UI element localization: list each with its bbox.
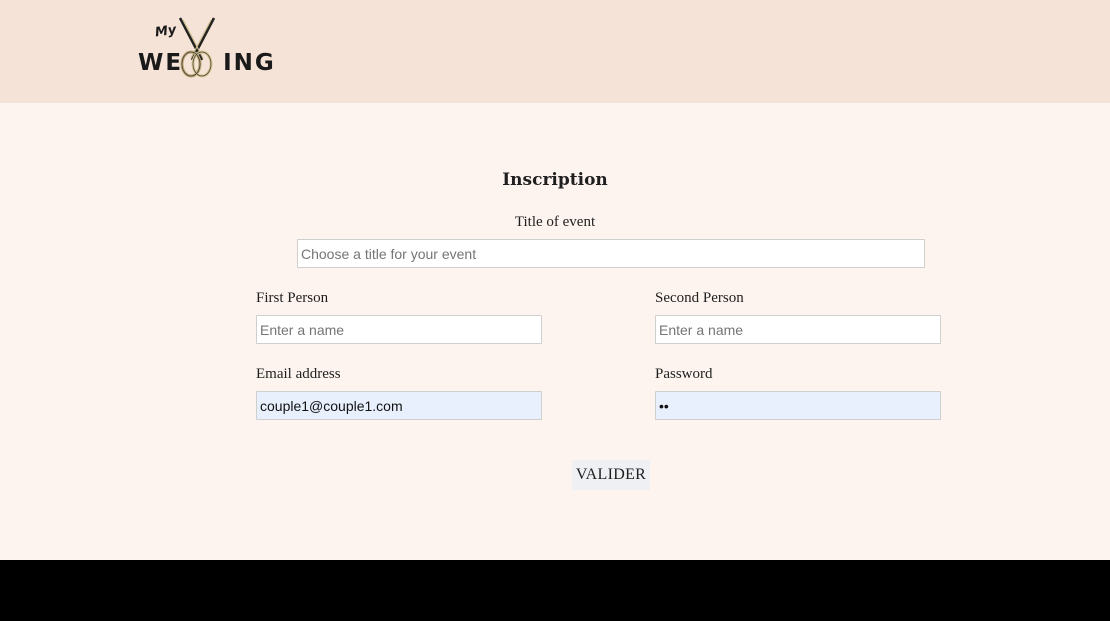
submit-button[interactable]: VALIDER	[572, 460, 650, 490]
second-person-input[interactable]	[655, 315, 941, 344]
email-label: Email address	[256, 366, 341, 382]
password-field[interactable]	[655, 391, 941, 420]
password-label: Password	[655, 366, 713, 382]
page-title: Inscription	[502, 170, 608, 190]
second-person-label: Second Person	[655, 290, 744, 306]
first-person-label: First Person	[256, 290, 329, 306]
logo-word-left: WE	[138, 50, 184, 76]
first-person-input[interactable]	[256, 315, 542, 344]
logo-word-right: ING	[223, 50, 276, 76]
logo-word: WE ING	[138, 50, 276, 76]
site-footer	[0, 560, 1110, 621]
event-title-input[interactable]	[297, 239, 925, 268]
event-title-label: Title of event	[514, 214, 596, 230]
registration-section: Inscription Title of event First Person …	[0, 103, 1110, 560]
site-logo[interactable]: My WE ING	[136, 16, 274, 80]
site-header: My WE ING	[0, 0, 1110, 103]
email-field[interactable]	[256, 391, 542, 420]
